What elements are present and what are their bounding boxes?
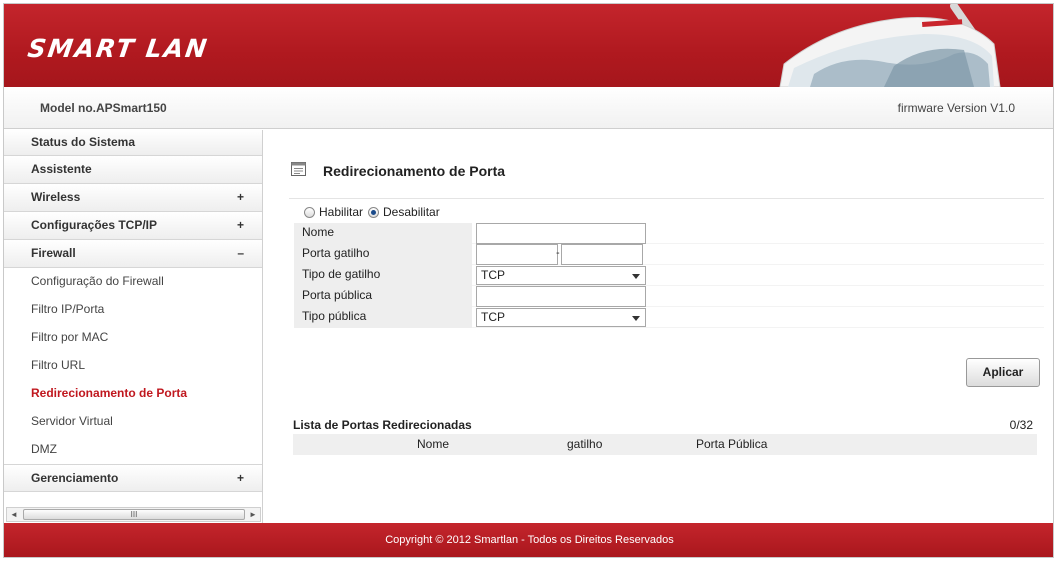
form-row-tipo-publica: Tipo pública TCP (294, 306, 1044, 328)
form-row-tipo-gatilho: Tipo de gatilho TCP (294, 264, 1044, 286)
expand-plus-icon: + (236, 471, 244, 485)
form-row-porta-publica: Porta pública (294, 285, 1044, 307)
smart-lan-logo: SMART LAN (25, 34, 211, 63)
sidebar-horizontal-scrollbar[interactable]: ◄ III ► (6, 507, 261, 522)
forward-list-header: Nome gatilho Porta Pública (293, 434, 1037, 455)
sidebar-item-configuracoes-tcpip[interactable]: Configurações TCP/IP + (4, 212, 262, 240)
scrollbar-thumb[interactable]: III (23, 509, 245, 520)
porta-gatilho-start-input[interactable] (476, 243, 558, 265)
porta-publica-input[interactable] (476, 285, 646, 307)
enable-disable-group: Habilitar Desabilitar (304, 205, 445, 219)
sidebar-item-label: DMZ (31, 442, 57, 456)
tipo-publica-select[interactable]: TCP (476, 307, 646, 327)
sidebar-item-label: Filtro por MAC (31, 330, 109, 344)
router-admin-window: SMART LAN Model no.APSmart150 firmware V… (3, 3, 1054, 558)
document-icon (291, 162, 306, 176)
forward-list-count: 0/32 (1009, 418, 1033, 432)
tipo-gatilho-label: Tipo de gatilho (294, 264, 472, 286)
sidebar-item-filtro-url[interactable]: Filtro URL (4, 352, 262, 380)
sidebar-item-label: Redirecionamento de Porta (31, 386, 188, 400)
porta-gatilho-end-input[interactable] (561, 243, 643, 265)
sidebar-item-dmz[interactable]: DMZ (4, 436, 262, 464)
nome-input[interactable] (476, 222, 646, 244)
page-title: Redirecionamento de Porta (323, 163, 506, 179)
sidebar-item-filtro-ip-porta[interactable]: Filtro IP/Porta (4, 296, 262, 324)
divider (289, 198, 1044, 199)
tipo-publica-value: TCP (481, 309, 505, 324)
tipo-gatilho-value: TCP (481, 267, 505, 282)
tipo-gatilho-select[interactable]: TCP (476, 265, 646, 285)
column-header-porta-publica: Porta Pública (696, 437, 768, 451)
chevron-down-icon (632, 315, 640, 321)
sidebar-item-label: Wireless (31, 190, 81, 204)
porta-gatilho-label: Porta gatilho (294, 243, 472, 265)
sidebar-item-label: Configurações TCP/IP (31, 218, 158, 232)
sidebar-item-filtro-por-mac[interactable]: Filtro por MAC (4, 324, 262, 352)
range-separator: - (556, 246, 560, 259)
sidebar-item-label: Gerenciamento (31, 471, 119, 485)
sidebar-item-redirecionamento-de-porta[interactable]: Redirecionamento de Porta (4, 380, 262, 408)
enable-radio[interactable] (304, 206, 315, 218)
disable-radio[interactable] (368, 206, 380, 218)
forward-list-title: Lista de Portas Redirecionadas (293, 418, 472, 432)
sidebar-item-status-do-sistema[interactable]: Status do Sistema (4, 130, 262, 156)
form-row-porta-gatilho: Porta gatilho - (294, 243, 1044, 265)
collapse-minus-icon: – (237, 246, 244, 260)
router-image-icon (779, 4, 1001, 87)
header-banner: SMART LAN (4, 4, 1053, 87)
sidebar-item-configuracao-do-firewall[interactable]: Configuração do Firewall (4, 268, 262, 296)
port-forward-form: Nome Porta gatilho - Tipo de gatilho TCP… (294, 222, 1044, 328)
sidebar-item-gerenciamento[interactable]: Gerenciamento + (4, 464, 262, 492)
column-header-gatilho: gatilho (567, 437, 603, 451)
apply-button[interactable]: Aplicar (966, 358, 1040, 387)
model-number: Model no.APSmart150 (40, 101, 167, 115)
expand-plus-icon: + (236, 190, 244, 204)
chevron-down-icon (632, 273, 640, 279)
disable-label: Desabilitar (383, 205, 440, 219)
sidebar-item-label: Filtro URL (31, 358, 86, 372)
model-bar: Model no.APSmart150 firmware Version V1.… (4, 87, 1053, 129)
firmware-version: firmware Version V1.0 (897, 101, 1015, 115)
nome-label: Nome (294, 222, 472, 244)
main-content: Redirecionamento de Porta Habilitar Desa… (264, 130, 1053, 523)
scroll-right-arrow-icon[interactable]: ► (246, 508, 260, 521)
sidebar-nav: Status do Sistema Assistente Wireless + C… (4, 130, 263, 523)
sidebar-item-firewall[interactable]: Firewall – (4, 240, 262, 268)
sidebar-item-assistente[interactable]: Assistente (4, 156, 262, 184)
footer-copyright: Copyright © 2012 Smartlan - Todos os Dir… (4, 523, 1053, 557)
expand-plus-icon: + (236, 218, 244, 232)
sidebar-item-label: Servidor Virtual (31, 414, 113, 428)
sidebar-item-wireless[interactable]: Wireless + (4, 184, 262, 212)
sidebar-item-label: Status do Sistema (31, 135, 136, 149)
tipo-publica-label: Tipo pública (294, 306, 472, 328)
column-header-nome: Nome (417, 437, 450, 451)
sidebar-item-label: Firewall (31, 246, 76, 260)
sidebar-item-label: Configuração do Firewall (31, 274, 164, 288)
sidebar-item-servidor-virtual[interactable]: Servidor Virtual (4, 408, 262, 436)
porta-publica-label: Porta pública (294, 285, 472, 307)
form-row-nome: Nome (294, 222, 1044, 244)
scroll-left-arrow-icon[interactable]: ◄ (7, 508, 21, 521)
sidebar-item-label: Assistente (31, 162, 92, 176)
enable-label: Habilitar (319, 205, 364, 219)
sidebar-item-label: Filtro IP/Porta (31, 302, 105, 316)
